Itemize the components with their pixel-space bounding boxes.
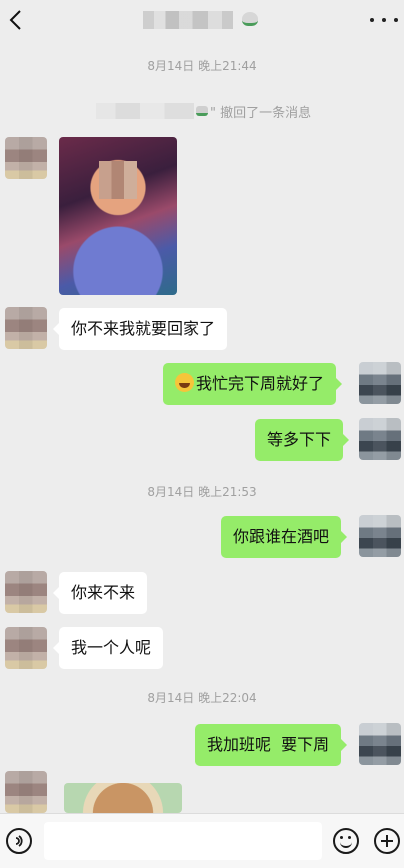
sent-message-bubble[interactable]: 你跟谁在酒吧 bbox=[221, 516, 348, 558]
input-bar bbox=[0, 813, 404, 868]
more-options-icon[interactable] bbox=[370, 12, 398, 28]
voice-icon[interactable] bbox=[6, 828, 32, 854]
recall-notice: " 撤回了一条消息 bbox=[96, 102, 312, 121]
message-text: 你不来我就要回家了 bbox=[71, 319, 216, 338]
contact-avatar[interactable] bbox=[5, 571, 47, 613]
my-avatar[interactable] bbox=[359, 418, 401, 460]
message-input[interactable] bbox=[44, 822, 322, 860]
contact-name-emoji-icon bbox=[242, 12, 258, 26]
message-text: 你跟谁在酒吧 bbox=[233, 527, 330, 546]
timestamp: 8月14日 晚上21:44 bbox=[147, 59, 257, 73]
recaller-name-blurred bbox=[96, 103, 194, 119]
plus-icon[interactable] bbox=[374, 828, 400, 854]
recaller-emoji-icon bbox=[196, 106, 208, 116]
contact-avatar[interactable] bbox=[5, 771, 47, 813]
message-text: 等多下下 bbox=[267, 430, 332, 449]
contact-avatar[interactable] bbox=[5, 137, 47, 179]
my-avatar[interactable] bbox=[359, 515, 401, 557]
received-message-bubble[interactable]: 你不来我就要回家了 bbox=[52, 308, 228, 350]
contact-name-blurred bbox=[143, 11, 233, 29]
recall-text: " 撤回了一条消息 bbox=[210, 105, 312, 121]
timestamp: 8月14日 晚上22:04 bbox=[147, 691, 257, 705]
message-text: 你来不来 bbox=[71, 583, 136, 602]
my-avatar[interactable] bbox=[359, 723, 401, 765]
sent-message-bubble[interactable]: 我忙完下周就好了 bbox=[163, 363, 343, 405]
laughing-emoji-icon bbox=[175, 373, 194, 392]
message-text: 我一个人呢 bbox=[71, 638, 152, 657]
contact-avatar[interactable] bbox=[5, 307, 47, 349]
contact-avatar[interactable] bbox=[5, 627, 47, 669]
back-chevron-icon[interactable] bbox=[6, 8, 28, 32]
my-avatar[interactable] bbox=[359, 362, 401, 404]
sent-message-bubble[interactable]: 我加班呢 要下周 bbox=[195, 724, 348, 766]
message-text: 我忙完下周就好了 bbox=[196, 374, 325, 393]
face-mosaic bbox=[99, 161, 137, 199]
chat-header bbox=[0, 0, 404, 40]
timestamp: 8月14日 晚上21:53 bbox=[147, 485, 257, 499]
sent-message-bubble[interactable]: 等多下下 bbox=[255, 419, 350, 461]
image-message[interactable] bbox=[59, 137, 177, 295]
smiley-icon[interactable] bbox=[333, 828, 359, 854]
received-message-bubble[interactable]: 你来不来 bbox=[52, 572, 148, 614]
received-message-bubble[interactable]: 我一个人呢 bbox=[52, 627, 164, 669]
message-text: 我加班呢 要下周 bbox=[207, 735, 330, 754]
image-message[interactable] bbox=[64, 783, 182, 813]
